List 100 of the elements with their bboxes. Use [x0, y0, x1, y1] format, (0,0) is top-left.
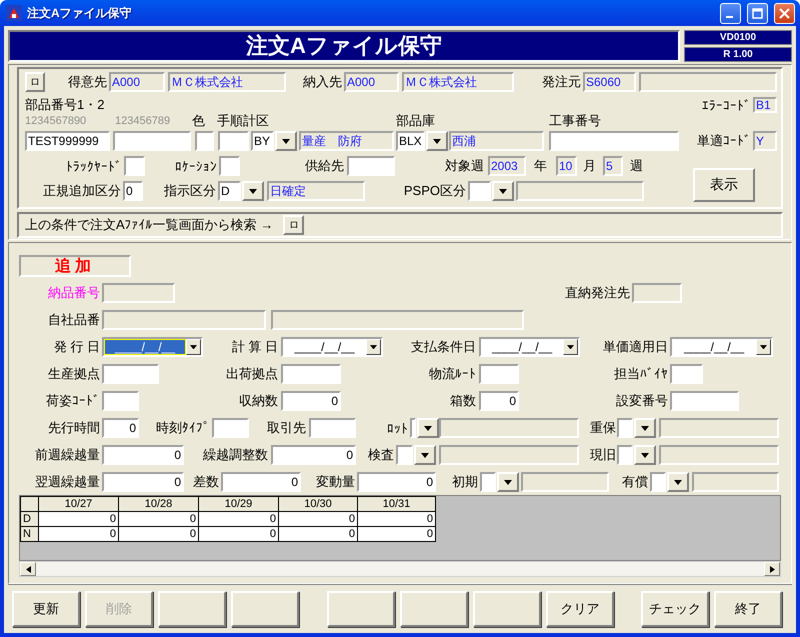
combo-field[interactable]	[617, 445, 633, 465]
combo-field[interactable]: BY	[251, 131, 274, 151]
text-field[interactable]	[212, 418, 249, 438]
dropdown-button[interactable]	[563, 339, 578, 355]
text-field[interactable]: 0	[102, 418, 139, 438]
text-field[interactable]: B1	[753, 97, 777, 113]
text-field[interactable]	[309, 418, 356, 438]
blank-button[interactable]	[473, 591, 541, 627]
date-field[interactable]: ____/__/__	[102, 337, 203, 357]
dropdown-button[interactable]	[634, 418, 656, 438]
text-field[interactable]: A000	[109, 72, 165, 92]
text-field[interactable]: 0	[357, 472, 436, 492]
text-field[interactable]: 日確定	[267, 181, 365, 201]
text-field[interactable]: 0	[102, 445, 184, 465]
text-field[interactable]: 0	[102, 472, 184, 492]
text-field[interactable]	[271, 310, 524, 330]
text-field[interactable]	[632, 283, 682, 303]
text-field[interactable]: 量産 防府	[299, 131, 394, 151]
text-field[interactable]	[692, 472, 779, 492]
date-field[interactable]: ____/__/__	[479, 337, 580, 357]
blank-button[interactable]	[158, 591, 226, 627]
combo-field[interactable]: BLX	[396, 131, 425, 151]
dropdown-button[interactable]	[426, 131, 448, 151]
dropdown-button[interactable]	[756, 339, 771, 355]
text-field[interactable]	[102, 364, 159, 384]
text-field[interactable]: 5	[603, 156, 623, 176]
blank-button[interactable]	[400, 591, 468, 627]
dropdown-button[interactable]	[186, 339, 201, 355]
combo-field[interactable]	[480, 472, 496, 492]
text-field[interactable]	[347, 156, 395, 176]
maximize-button[interactable]	[747, 2, 768, 24]
text-field[interactable]	[124, 156, 145, 176]
text-field[interactable]	[670, 364, 703, 384]
text-field[interactable]: 0	[479, 391, 519, 411]
text-field[interactable]: 0	[281, 391, 341, 411]
dropdown-button[interactable]	[634, 445, 656, 465]
combo-field[interactable]: D	[218, 181, 241, 201]
text-field[interactable]: TEST999999	[25, 131, 110, 151]
text-field[interactable]: S6060	[583, 72, 636, 92]
text-field[interactable]	[113, 131, 191, 151]
field-label: 荷姿ｺｰﾄﾞ	[45, 392, 100, 410]
combo-field[interactable]	[617, 418, 633, 438]
text-field[interactable]	[218, 131, 249, 151]
date-field[interactable]: ____/__/__	[281, 337, 383, 357]
function-button[interactable]: チェック	[641, 591, 709, 627]
lookup-button[interactable]: ロ	[283, 215, 304, 235]
text-field[interactable]	[670, 391, 739, 411]
caret-icon	[190, 344, 197, 350]
text-field[interactable]: 0	[123, 181, 143, 201]
combo-field[interactable]	[650, 472, 666, 492]
text-field[interactable]	[219, 156, 240, 176]
field-label: 直納発注先	[564, 284, 630, 302]
combo-field[interactable]	[468, 181, 491, 201]
dropdown-button[interactable]	[667, 472, 689, 492]
text-field[interactable]	[439, 445, 579, 465]
minimize-button[interactable]	[720, 2, 741, 24]
combo-field[interactable]	[396, 445, 413, 465]
text-field[interactable]: ＭＣ株式会社	[402, 72, 514, 92]
function-button[interactable]: 更新	[12, 591, 80, 627]
text-field[interactable]	[281, 364, 341, 384]
lookup-button[interactable]: ロ	[25, 72, 45, 92]
text-field[interactable]: 10	[556, 156, 577, 176]
text-field[interactable]	[521, 472, 609, 492]
dropdown-button[interactable]	[242, 181, 264, 201]
scroll-left-icon[interactable]	[20, 562, 36, 576]
text-field[interactable]	[102, 391, 139, 411]
text-field[interactable]: 0	[271, 445, 356, 465]
text-field[interactable]	[516, 181, 644, 201]
text-field[interactable]: A000	[344, 72, 399, 92]
text-field[interactable]	[549, 131, 679, 151]
horizontal-scrollbar[interactable]	[19, 561, 781, 577]
dropdown-button[interactable]	[497, 472, 519, 492]
text-field[interactable]: 0	[221, 472, 301, 492]
combo-field[interactable]	[410, 418, 416, 438]
text-field[interactable]	[102, 283, 175, 303]
text-field[interactable]	[639, 72, 777, 92]
dropdown-button[interactable]	[414, 445, 436, 465]
text-field[interactable]	[195, 131, 214, 151]
function-button[interactable]: クリア	[546, 591, 614, 627]
text-field[interactable]	[439, 418, 579, 438]
text-field[interactable]	[659, 445, 779, 465]
show-button[interactable]: 表示	[693, 168, 755, 202]
blank-button[interactable]	[327, 591, 395, 627]
dropdown-button[interactable]	[366, 339, 381, 355]
scroll-right-icon[interactable]	[764, 562, 780, 576]
text-field[interactable]: ＭＣ株式会社	[168, 72, 286, 92]
text-field[interactable]: 2003	[488, 156, 526, 176]
date-field[interactable]: ____/__/__	[670, 337, 773, 357]
text-field[interactable]	[479, 364, 519, 384]
text-field[interactable]	[659, 418, 779, 438]
dropdown-button[interactable]	[275, 131, 297, 151]
function-button[interactable]: 終了	[714, 591, 782, 627]
table-cell: 0	[38, 526, 118, 542]
dropdown-button[interactable]	[492, 181, 514, 201]
text-field[interactable]	[102, 310, 266, 330]
dropdown-button[interactable]	[417, 418, 439, 438]
blank-button[interactable]	[231, 591, 299, 627]
text-field[interactable]: 西浦	[449, 131, 544, 151]
close-button[interactable]	[774, 2, 795, 24]
text-field[interactable]: Y	[753, 131, 777, 151]
